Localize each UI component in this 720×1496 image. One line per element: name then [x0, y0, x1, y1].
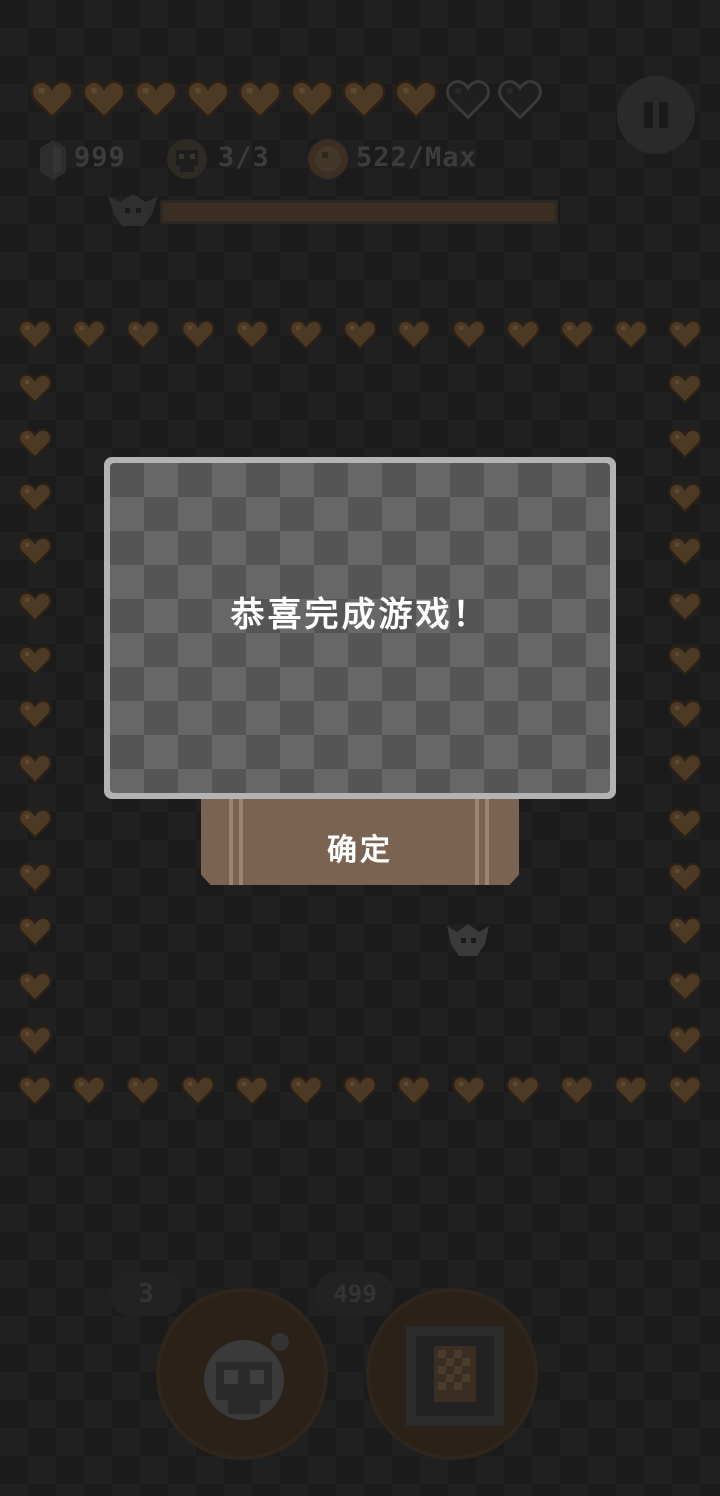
- border-heart-icon: [397, 318, 432, 352]
- border-heart-icon: [668, 427, 702, 461]
- border-heart-icon: [451, 1074, 486, 1108]
- coin-icon: [307, 138, 349, 184]
- border-heart-icon: [560, 1074, 594, 1108]
- border-heart-icon: [18, 1074, 52, 1108]
- enemy-icon: [447, 920, 489, 962]
- border-heart-icon: [505, 1074, 540, 1108]
- heart-full-icon: [290, 78, 334, 122]
- border-heart-icon: [668, 1074, 703, 1108]
- border-heart-icon: [668, 1024, 702, 1058]
- confirm-button[interactable]: 确定: [201, 799, 519, 885]
- border-heart-icon: [18, 427, 52, 461]
- border-heart-icon: [18, 590, 52, 624]
- border-heart-icon: [234, 1074, 269, 1108]
- border-heart-icon: [614, 318, 649, 352]
- border-heart-icon: [18, 698, 52, 732]
- border-heart-icon: [126, 318, 161, 352]
- border-heart-icon: [18, 318, 52, 352]
- gem-count: 999: [74, 142, 126, 173]
- heart-full-icon: [30, 78, 74, 122]
- border-heart-icon: [18, 915, 52, 949]
- border-heart-icon: [668, 535, 702, 569]
- border-heart-icon: [180, 318, 215, 352]
- border-heart-icon: [18, 807, 52, 841]
- coin-count: 522/Max: [356, 142, 477, 173]
- border-heart-icon: [668, 752, 702, 786]
- heart-empty-icon: [446, 78, 490, 122]
- border-heart-icon: [397, 1074, 432, 1108]
- border-heart-icon: [668, 318, 703, 352]
- border-heart-icon: [451, 318, 486, 352]
- skull-bomb-icon: [198, 1328, 294, 1428]
- border-heart-icon: [18, 535, 52, 569]
- heart-full-icon: [342, 78, 386, 122]
- border-heart-icon: [18, 1024, 52, 1058]
- border-heart-icon: [289, 318, 323, 352]
- border-heart-icon: [560, 318, 594, 352]
- skull-icon: [166, 138, 208, 184]
- border-heart-icon: [668, 481, 702, 515]
- heart-full-icon: [134, 78, 178, 122]
- heart-full-icon: [186, 78, 230, 122]
- border-heart-icon: [668, 915, 702, 949]
- skull-skill-button[interactable]: [156, 1288, 328, 1460]
- border-heart-icon: [668, 372, 702, 406]
- game-complete-dialog: 恭喜完成游戏！: [104, 457, 616, 799]
- skill1-count-badge: 3: [110, 1272, 182, 1316]
- heart-empty-icon: [498, 78, 542, 122]
- confirm-label: 确定: [327, 833, 393, 868]
- border-heart-icon: [614, 1074, 649, 1108]
- scroll-board-icon: [400, 1322, 510, 1436]
- border-heart-icon: [72, 1074, 107, 1108]
- pause-button[interactable]: [617, 76, 695, 154]
- pause-icon: [644, 102, 653, 128]
- border-heart-icon: [505, 318, 540, 352]
- skull-count: 3/3: [218, 142, 270, 173]
- border-heart-icon: [668, 698, 702, 732]
- border-heart-icon: [343, 1074, 378, 1108]
- border-heart-icon: [343, 318, 378, 352]
- border-heart-icon: [234, 318, 269, 352]
- heart-full-icon: [82, 78, 126, 122]
- border-heart-icon: [180, 1074, 215, 1108]
- border-heart-icon: [668, 590, 702, 624]
- border-heart-icon: [668, 970, 702, 1004]
- border-heart-icon: [668, 861, 702, 895]
- border-heart-icon: [289, 1074, 323, 1108]
- dialog-panel: 恭喜完成游戏！: [110, 463, 610, 793]
- board-skill-button[interactable]: [366, 1288, 538, 1460]
- dialog-message: 恭喜完成游戏！: [230, 595, 490, 635]
- gem-icon: [40, 140, 66, 184]
- heart-full-icon: [394, 78, 438, 122]
- border-heart-icon: [72, 318, 107, 352]
- border-heart-icon: [668, 807, 702, 841]
- heart-full-icon: [238, 78, 282, 122]
- border-heart-icon: [18, 861, 52, 895]
- border-heart-icon: [668, 644, 702, 678]
- skill2-cost-badge: 499: [316, 1272, 394, 1316]
- border-heart-icon: [18, 752, 52, 786]
- border-heart-icon: [126, 1074, 161, 1108]
- boss-progress-bar: [160, 200, 558, 224]
- border-heart-icon: [18, 970, 52, 1004]
- border-heart-icon: [18, 481, 52, 515]
- border-heart-icon: [18, 644, 52, 678]
- boss-icon: [108, 192, 158, 234]
- border-heart-icon: [18, 372, 52, 406]
